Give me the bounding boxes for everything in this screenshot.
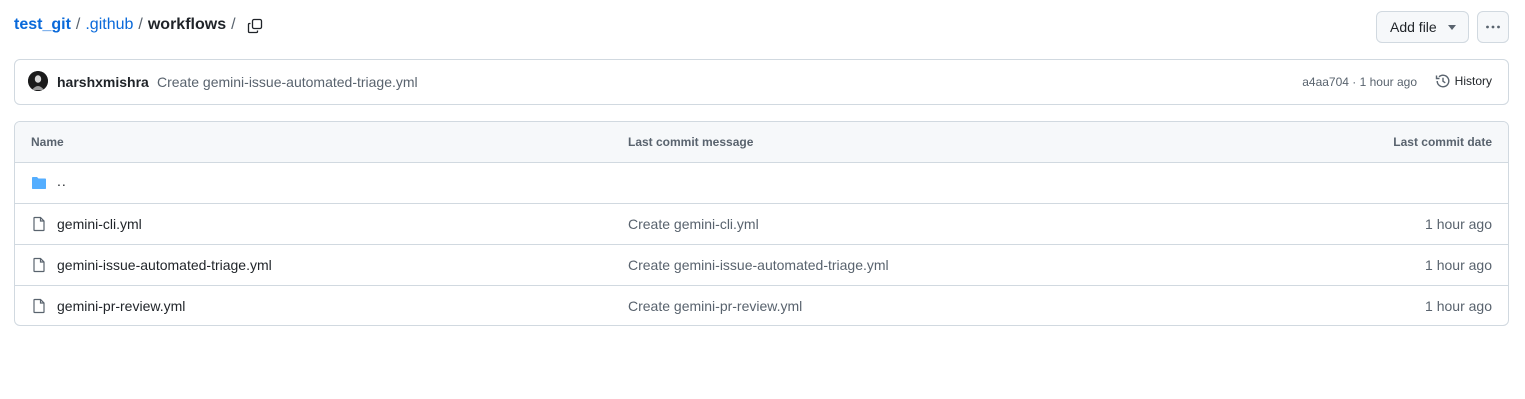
- breadcrumb-separator: /: [75, 16, 81, 33]
- file-icon: [33, 298, 45, 314]
- add-file-label: Add file: [1390, 19, 1437, 35]
- top-bar: test_git / .github / workflows / Add fil…: [14, 10, 1509, 43]
- header-last-commit-message: Last commit message: [628, 135, 754, 149]
- table-row[interactable]: gemini-issue-automated-triage.yml Create…: [15, 245, 1508, 286]
- file-icon: [33, 216, 45, 232]
- file-commit-date: 1 hour ago: [1425, 298, 1492, 314]
- file-icon: [33, 257, 45, 273]
- history-button[interactable]: History: [1435, 73, 1492, 89]
- parent-directory-row[interactable]: ..: [15, 163, 1508, 204]
- file-commit-date: 1 hour ago: [1425, 257, 1492, 273]
- table-row[interactable]: gemini-cli.yml Create gemini-cli.yml 1 h…: [15, 204, 1508, 245]
- commit-meta-separator: ·: [1348, 75, 1360, 89]
- kebab-horizontal-icon: [1486, 25, 1500, 29]
- avatar[interactable]: [28, 71, 48, 91]
- history-label: History: [1454, 74, 1492, 88]
- breadcrumb-repo-link[interactable]: test_git: [14, 16, 71, 34]
- more-options-button[interactable]: [1477, 11, 1509, 43]
- commit-hash[interactable]: a4aa704: [1302, 75, 1349, 89]
- commit-meta: a4aa704 · 1 hour ago: [1302, 75, 1417, 89]
- breadcrumb-separator: /: [138, 16, 143, 33]
- header-name: Name: [31, 135, 64, 149]
- file-table: Name Last commit message Last commit dat…: [14, 121, 1509, 326]
- file-commit-message[interactable]: Create gemini-pr-review.yml: [628, 298, 802, 314]
- triangle-down-icon: [1448, 25, 1456, 30]
- commit-message[interactable]: Create gemini-issue-automated-triage.yml: [157, 74, 418, 90]
- add-file-button[interactable]: Add file: [1376, 11, 1469, 43]
- breadcrumb-separator: /: [231, 16, 236, 33]
- breadcrumb: test_git / .github / workflows /: [14, 16, 241, 34]
- file-name-link[interactable]: gemini-issue-automated-triage.yml: [57, 257, 272, 273]
- latest-commit-bar: harshxmishra Create gemini-issue-automat…: [14, 59, 1509, 105]
- table-row[interactable]: gemini-pr-review.yml Create gemini-pr-re…: [15, 286, 1508, 325]
- breadcrumb-github-link[interactable]: .github: [85, 16, 133, 34]
- folder-icon: [32, 177, 46, 189]
- copy-path-button[interactable]: [245, 16, 265, 36]
- avatar-image: [28, 71, 48, 91]
- copy-icon: [247, 18, 263, 34]
- table-header: Name Last commit message Last commit dat…: [15, 122, 1508, 163]
- history-icon: [1435, 74, 1450, 88]
- file-commit-date: 1 hour ago: [1425, 216, 1492, 232]
- commit-author[interactable]: harshxmishra: [57, 74, 149, 90]
- file-name-link[interactable]: gemini-pr-review.yml: [57, 298, 185, 314]
- file-commit-message[interactable]: Create gemini-cli.yml: [628, 216, 759, 232]
- header-last-commit-date: Last commit date: [1393, 135, 1492, 149]
- commit-time: 1 hour ago: [1359, 75, 1417, 89]
- breadcrumb-current-dir: workflows: [147, 16, 227, 33]
- file-name-link[interactable]: gemini-cli.yml: [57, 216, 142, 232]
- file-commit-message[interactable]: Create gemini-issue-automated-triage.yml: [628, 257, 889, 273]
- parent-directory-link[interactable]: ..: [57, 173, 67, 189]
